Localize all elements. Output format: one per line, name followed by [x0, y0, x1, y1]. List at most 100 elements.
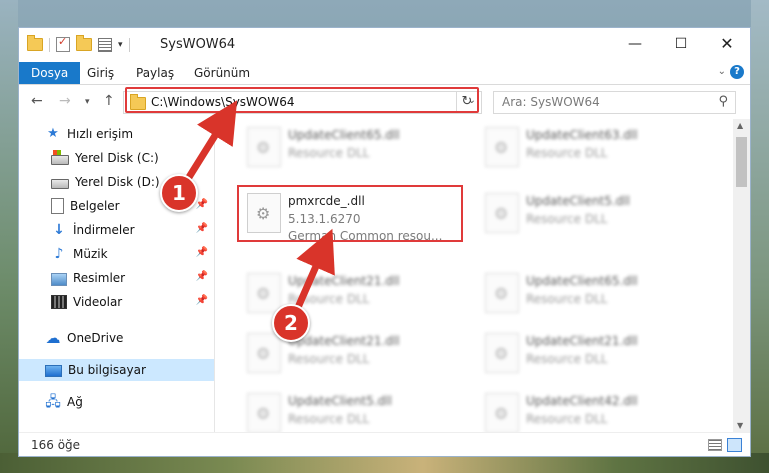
list-item[interactable]: UpdateClient21.dll Resource DLL [239, 269, 469, 317]
dll-file-icon [485, 273, 519, 313]
pin-icon[interactable]: 📌 [196, 271, 208, 282]
list-item[interactable]: UpdateClient5.dll Resource DLL [477, 189, 707, 237]
sidebar-item-label: OneDrive [67, 331, 124, 345]
sidebar-item-downloads[interactable]: ↓ İndirmeler 📌 [19, 219, 214, 241]
close-button[interactable]: ✕ [704, 28, 750, 60]
download-icon: ↓ [53, 222, 65, 238]
sidebar-item-label: İndirmeler [73, 223, 135, 237]
up-arrow-icon[interactable]: ↑ [103, 93, 115, 109]
scroll-down-arrow-icon[interactable]: ▼ [737, 421, 743, 430]
dll-file-icon [485, 333, 519, 373]
forward-arrow-icon[interactable]: → [59, 93, 71, 109]
tab-view[interactable]: Görünüm [184, 62, 260, 84]
file-type: Resource DLL [526, 412, 608, 426]
desktop-background-left [0, 0, 18, 473]
sidebar-item-this-pc[interactable]: Bu bilgisayar [19, 359, 214, 381]
sidebar-item-videos[interactable]: Videolar 📌 [19, 291, 214, 313]
dll-file-icon [247, 127, 281, 167]
maximize-button[interactable]: ☐ [658, 28, 704, 60]
this-pc-icon [45, 364, 62, 377]
file-name: UpdateClient5.dll [288, 394, 392, 408]
quick-access-toolbar: ▾ [27, 35, 130, 52]
sidebar-item-label: Müzik [73, 247, 108, 261]
dll-file-icon [485, 193, 519, 233]
file-type: Resource DLL [526, 146, 608, 160]
new-folder-icon[interactable] [76, 35, 92, 51]
ribbon-tabs: Dosya Giriş Paylaş Görünüm ⌄ ? [19, 62, 750, 85]
sidebar-item-label: Belgeler [70, 199, 120, 213]
list-item[interactable]: UpdateClient21.dll Resource DLL [477, 329, 707, 377]
pin-icon[interactable]: 📌 [196, 295, 208, 306]
recent-locations-chevron-icon[interactable]: ▾ [85, 97, 90, 107]
list-item[interactable]: UpdateClient5.dll Resource DLL [239, 389, 469, 432]
dll-file-icon [247, 393, 281, 432]
file-type: Resource DLL [288, 412, 370, 426]
sidebar-item-music[interactable]: ♪ Müzik 📌 [19, 243, 214, 265]
sidebar-item-network[interactable]: 🖧 Ağ [19, 391, 214, 413]
sidebar-item-quick-access[interactable]: ★ Hızlı erişim [19, 123, 214, 145]
expand-ribbon-chevron-icon[interactable]: ⌄ [718, 66, 726, 77]
drive-icon [51, 179, 69, 189]
minimize-button[interactable]: — [612, 28, 658, 60]
file-type: Resource DLL [288, 352, 370, 366]
file-type: Resource DLL [526, 292, 608, 306]
list-item[interactable]: UpdateClient63.dll Resource DLL [477, 123, 707, 171]
search-icon[interactable]: ⚲ [718, 94, 728, 109]
sidebar-item-local-disk-c[interactable]: Yerel Disk (C:) [19, 147, 214, 169]
scroll-up-arrow-icon[interactable]: ▲ [737, 121, 743, 130]
sidebar-item-label: Yerel Disk (D:) [75, 175, 160, 189]
pictures-icon [51, 272, 67, 286]
file-name: UpdateClient5.dll [526, 194, 630, 208]
tab-file[interactable]: Dosya [19, 62, 81, 84]
properties-list-icon[interactable] [98, 37, 112, 52]
file-name: UpdateClient42.dll [526, 394, 638, 408]
sidebar-item-label: Yerel Disk (C:) [75, 151, 159, 165]
back-arrow-icon[interactable]: ← [31, 93, 43, 109]
sidebar-item-onedrive[interactable]: ☁ OneDrive [19, 327, 214, 349]
file-highlight [237, 185, 463, 242]
help-icon[interactable]: ? [730, 65, 744, 79]
item-count: 166 öğe [31, 438, 81, 452]
file-name: UpdateClient21.dll [526, 334, 638, 348]
sidebar-item-label: Hızlı erişim [67, 127, 134, 141]
sidebar-item-label: Ağ [67, 395, 83, 409]
navigation-pane: ★ Hızlı erişim Yerel Disk (C:) Yerel Dis… [19, 119, 215, 432]
window-title: SysWOW64 [160, 37, 236, 52]
file-name: UpdateClient21.dll [288, 274, 400, 288]
videos-icon [51, 295, 67, 309]
sidebar-item-label: Bu bilgisayar [68, 363, 146, 377]
tab-share[interactable]: Paylaş [126, 62, 184, 84]
vertical-scrollbar[interactable]: ▲ ▼ [733, 119, 750, 432]
pin-icon[interactable]: 📌 [196, 247, 208, 258]
sidebar-item-pictures[interactable]: Resimler 📌 [19, 267, 214, 289]
list-item[interactable]: UpdateClient65.dll Resource DLL [239, 123, 469, 171]
pin-icon[interactable]: 📌 [196, 199, 208, 210]
pin-icon[interactable]: 📌 [196, 223, 208, 234]
dll-file-icon [485, 393, 519, 432]
dll-file-icon [247, 273, 281, 313]
properties-check-icon[interactable] [56, 35, 70, 52]
toolbar-separator [49, 37, 50, 52]
drive-icon [51, 150, 69, 165]
search-input[interactable]: Ara: SysWOW64 [502, 95, 600, 109]
scrollbar-thumb[interactable] [736, 137, 747, 187]
customize-toolbar-chevron-icon[interactable]: ▾ [118, 40, 123, 50]
sidebar-item-label: Resimler [73, 271, 126, 285]
details-view-icon[interactable] [708, 439, 722, 451]
list-item[interactable]: UpdateClient65.dll Resource DLL [477, 269, 707, 317]
tab-home[interactable]: Giriş [77, 62, 124, 84]
file-name: UpdateClient65.dll [288, 128, 400, 142]
navigation-bar: ← → ▾ ↑ C:\Windows\SysWOW64 ⌄ ↻ Ara: Sys… [19, 85, 750, 119]
file-type: Resource DLL [288, 292, 370, 306]
onedrive-icon: ☁ [45, 329, 61, 347]
list-item[interactable]: UpdateClient21.dll Resource DLL [239, 329, 469, 377]
step-badge-2: 2 [272, 304, 310, 342]
file-type: Resource DLL [288, 146, 370, 160]
file-name: UpdateClient63.dll [526, 128, 638, 142]
address-bar-highlight [125, 87, 479, 113]
list-item[interactable]: UpdateClient42.dll Resource DLL [477, 389, 707, 432]
dll-file-icon [485, 127, 519, 167]
star-icon: ★ [47, 126, 59, 141]
large-icons-view-icon[interactable] [727, 438, 742, 452]
search-box[interactable]: Ara: SysWOW64 ⚲ [493, 91, 736, 114]
